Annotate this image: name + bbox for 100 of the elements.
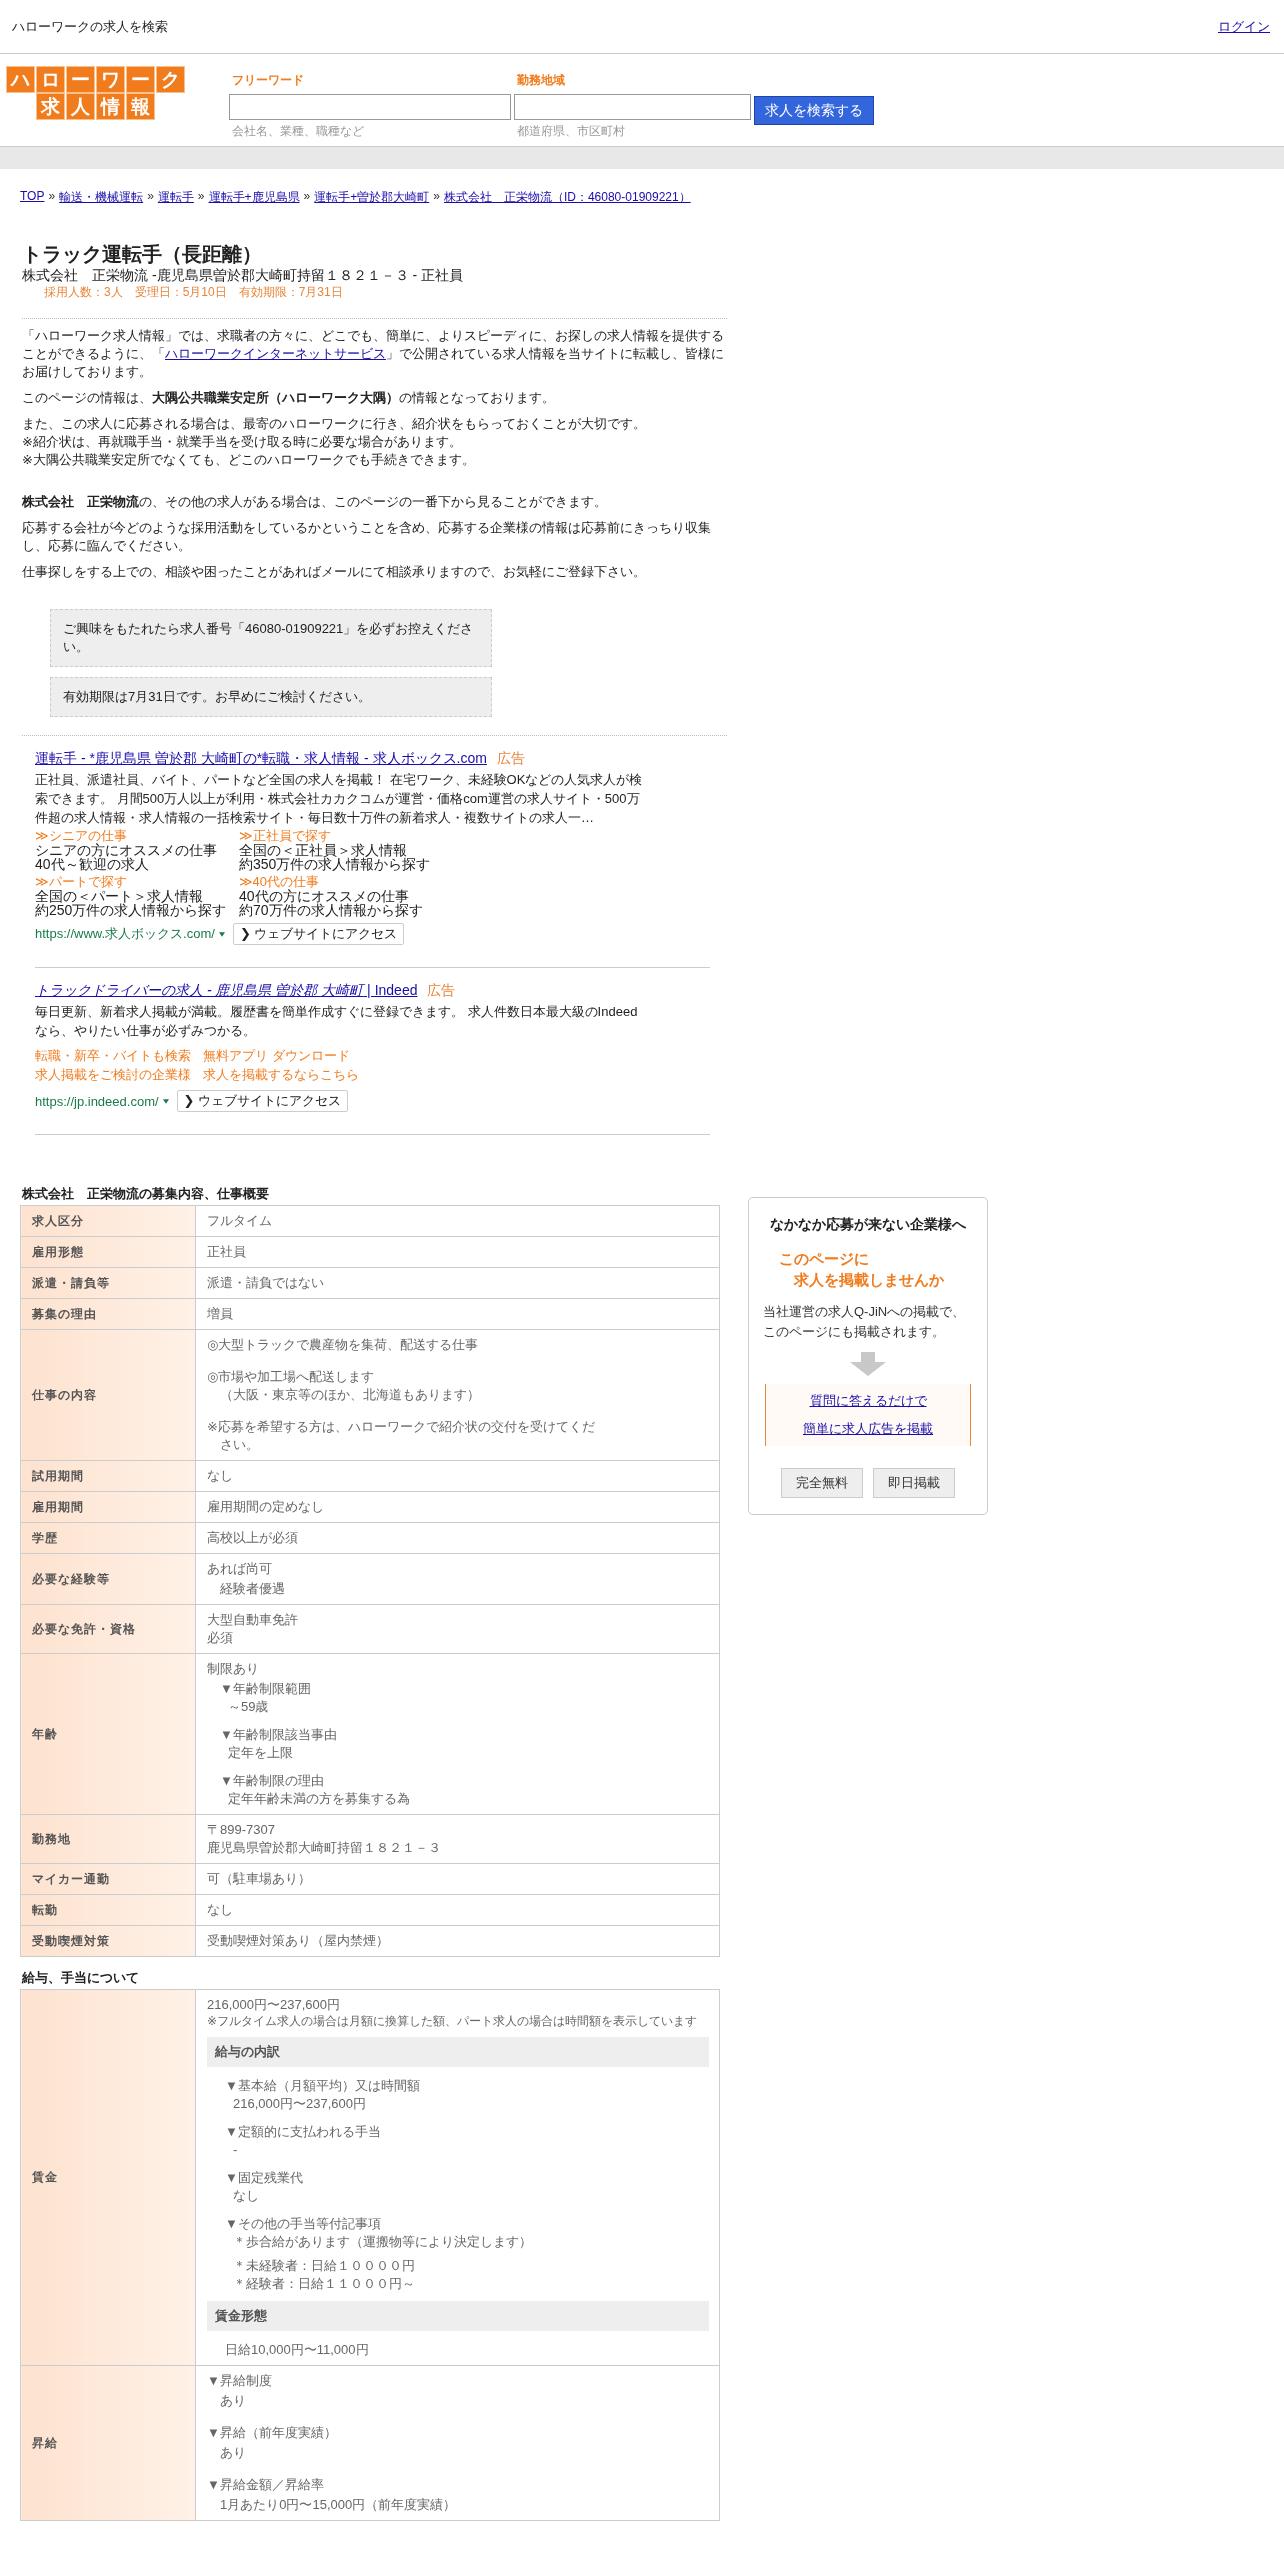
breadcrumb-separator: » bbox=[433, 189, 440, 205]
cell-text: - bbox=[233, 2141, 239, 2159]
visit-site-button[interactable]: ❯ ウェブサイトにアクセス bbox=[176, 1090, 349, 1112]
sitelink-text: 全国の＜パート＞求人情報 bbox=[35, 889, 203, 903]
intro-paragraph: 応募する会社が今どのような採用活動をしているかということを含め、応募する企業様の情報は応募前にきっちり収集し、応募に臨んでください。 bbox=[22, 519, 712, 555]
service-link[interactable]: ハローワークインターネットサービス bbox=[165, 346, 386, 361]
sitelink[interactable]: ≫40代の仕事 bbox=[239, 875, 439, 889]
promo-link[interactable]: 簡単に求人広告を掲載 bbox=[803, 1420, 933, 1438]
cell-text: 大型自動車免許 bbox=[207, 1611, 299, 1629]
sitelink-text: 約70万件の求人情報から探す bbox=[239, 903, 424, 917]
breadcrumb-separator: » bbox=[303, 189, 311, 205]
row-label: 必要な経験等 bbox=[20, 1553, 196, 1605]
ad-label: 広告 bbox=[427, 982, 456, 1000]
cell-text: ▼その他の手当等付記事項 bbox=[225, 2215, 382, 2233]
cell-text: 増員 bbox=[207, 1305, 234, 1323]
feature-tag: 即日掲載 bbox=[873, 1468, 955, 1498]
ad-link[interactable]: 求人掲載をご検討の企業様 bbox=[35, 1065, 191, 1084]
caret-icon[interactable] bbox=[162, 1098, 169, 1104]
cell-text: （大阪・東京等のほか、北海道もあります） bbox=[219, 1386, 481, 1404]
search-field[interactable] bbox=[514, 94, 751, 120]
ad-url: https://jp.indeed.com/ bbox=[35, 1093, 159, 1109]
cell-text: ◎市場や加工場へ配送します bbox=[207, 1368, 376, 1386]
cell-text: 鹿児島県曽於郡大崎町持留１８２１－３ bbox=[207, 1839, 442, 1857]
breadcrumb-link[interactable]: 運転手 bbox=[157, 189, 194, 206]
notice-box: 有効期限は7月31日です。お早めにご検討ください。 bbox=[50, 677, 492, 717]
down-arrow-icon bbox=[850, 1352, 886, 1376]
logo-letter[interactable]: ー bbox=[65, 66, 95, 93]
cell-text: ▼年齢制限範囲 bbox=[220, 1680, 312, 1698]
logo-letter[interactable]: ロ bbox=[35, 66, 65, 93]
note-text: ※フルタイム求人の場合は月額に換算した額、パート求人の場合は時間額を表示しています bbox=[207, 2014, 699, 2029]
login-link[interactable]: ログイン bbox=[1218, 17, 1270, 36]
intro-paragraph: 株式会社 正栄物流の、その他の求人がある場合は、このページの一番下から見ることができます。 bbox=[22, 493, 608, 511]
cell-text: 〒899-7307 bbox=[207, 1821, 276, 1839]
cell-text: なし bbox=[207, 1467, 234, 1485]
cell-text: 日給10,000円〜11,000円 bbox=[225, 2341, 370, 2359]
cell-text: なし bbox=[233, 2187, 260, 2205]
cell-text: 派遣・請負ではない bbox=[207, 1274, 325, 1292]
row-label: 雇用期間 bbox=[20, 1491, 196, 1523]
cell-text: あり bbox=[220, 2392, 247, 2410]
row-label: 派遣・請負等 bbox=[20, 1267, 196, 1299]
logo-letter[interactable]: ー bbox=[125, 66, 155, 93]
breadcrumb-link[interactable]: 運転手+曽於郡大崎町 bbox=[314, 189, 430, 206]
cell-text: あり bbox=[220, 2444, 247, 2462]
job-subtitle: 株式会社 正栄物流 -鹿児島県曽於郡大崎町持留１８２１－３ - 正社員 bbox=[22, 266, 464, 284]
logo-letter[interactable]: 情 bbox=[95, 93, 125, 120]
promo-text: 当社運営の求人Q-JiNへの掲載で、このページにも掲載されます。 bbox=[763, 1303, 967, 1341]
row-label: 試用期間 bbox=[20, 1460, 196, 1492]
section-heading: 給与、手当について bbox=[22, 1969, 140, 1987]
breadcrumb-link[interactable]: 運転手+鹿児島県 bbox=[208, 189, 300, 206]
sitelink[interactable]: ≫シニアの仕事 bbox=[35, 829, 235, 843]
sitelink[interactable]: ≫正社員で探す bbox=[239, 829, 439, 843]
sitelink[interactable]: ≫パートで探す bbox=[35, 875, 235, 889]
subheading: 賃金形態 bbox=[207, 2301, 709, 2331]
logo-letter[interactable]: ハ bbox=[5, 66, 35, 93]
ad-link[interactable]: 無料アプリ ダウンロード bbox=[203, 1046, 350, 1065]
search-button[interactable]: 求人を検索する bbox=[754, 96, 874, 125]
logo-letter[interactable]: 報 bbox=[125, 93, 155, 120]
promo-title: なかなか応募が来ない企業様へ bbox=[770, 1216, 966, 1234]
feature-tag: 完全無料 bbox=[781, 1468, 863, 1498]
promo-headline: 求人を掲載しませんか bbox=[792, 1270, 944, 1290]
ad-description: 正社員、派遣社員、バイト、パートなど全国の求人を掲載！ 在宅ワーク、未経験OKなどの人気求人が検索できます。 月間500万人以上が利用・株式会社カカクコムが運営・価格com運営の求人サイト・500万件超の求人情報・求人情報の一括検索サイト・毎日数十万件の新着求人・複数サイトの求人一… bbox=[35, 771, 644, 827]
caret-icon[interactable] bbox=[218, 931, 225, 937]
row-label: 学歴 bbox=[20, 1522, 196, 1554]
cell-text: 正社員 bbox=[207, 1243, 247, 1261]
ad-link[interactable]: 求人を掲載するならこちら bbox=[203, 1065, 359, 1084]
ad-link[interactable]: 転職・新卒・バイトも検索 bbox=[35, 1046, 191, 1065]
row-label: 年齢 bbox=[20, 1653, 196, 1815]
cell-text: ▼定額的に支払われる手当 bbox=[225, 2123, 382, 2141]
cell-text: 定年を上限 bbox=[228, 1744, 294, 1762]
row-label: 募集の理由 bbox=[20, 1298, 196, 1330]
cell-text: 定年年齢未満の方を募集する為 bbox=[228, 1790, 411, 1808]
ad-label: 広告 bbox=[496, 750, 525, 768]
promo-link[interactable]: 質問に答えるだけで bbox=[809, 1392, 927, 1410]
cell-text: なし bbox=[207, 1901, 234, 1919]
logo-letter[interactable]: ク bbox=[155, 66, 185, 93]
promo-headline: このページに bbox=[778, 1249, 870, 1269]
sitelink-text: 40代～歓迎の求人 bbox=[35, 857, 150, 871]
breadcrumb-separator: » bbox=[48, 189, 56, 205]
search-field[interactable] bbox=[229, 94, 511, 120]
intro-text: ※紹介状は、再就職手当・就業手当を受け取る時に必要な場合があります。 bbox=[22, 433, 463, 451]
sitelink-text: シニアの方にオススメの仕事 bbox=[35, 843, 218, 857]
cell-text: ＊経験者：日給１１０００円～ bbox=[233, 2275, 416, 2293]
breadcrumb-link[interactable]: 輸送・機械運転 bbox=[59, 189, 144, 206]
breadcrumb-separator: » bbox=[147, 189, 154, 205]
cell-text: さい。 bbox=[219, 1436, 260, 1454]
visit-site-button[interactable]: ❯ ウェブサイトにアクセス bbox=[232, 923, 405, 945]
field-label: 勤務地域 bbox=[517, 72, 566, 89]
logo-letter[interactable]: 求 bbox=[35, 93, 65, 120]
logo-letter[interactable]: 人 bbox=[65, 93, 95, 120]
ad-title-link[interactable]: トラックドライバーの求人 - 鹿児島県 曽於郡 大崎町 | Indeed bbox=[35, 982, 418, 1000]
breadcrumb-link[interactable]: 株式会社 正栄物流（ID：46080-01909221） bbox=[443, 189, 691, 206]
row-label: 賃金 bbox=[20, 1989, 196, 2366]
cell-text: 受動喫煙対策あり（屋内禁煙） bbox=[207, 1932, 390, 1950]
sitelink-text: 約250万件の求人情報から探す bbox=[35, 903, 228, 917]
cell-text: 必須 bbox=[207, 1629, 234, 1647]
breadcrumb-link[interactable]: TOP bbox=[20, 189, 45, 206]
ad-title-link[interactable]: 運転手 - *鹿児島県 曽於郡 大崎町の*転職・求人情報 - 求人ボックス.com bbox=[35, 750, 487, 768]
logo-letter[interactable]: ワ bbox=[95, 66, 125, 93]
row-label: 受動喫煙対策 bbox=[20, 1925, 196, 1957]
cell-text: ▼年齢制限該当事由 bbox=[220, 1726, 338, 1744]
